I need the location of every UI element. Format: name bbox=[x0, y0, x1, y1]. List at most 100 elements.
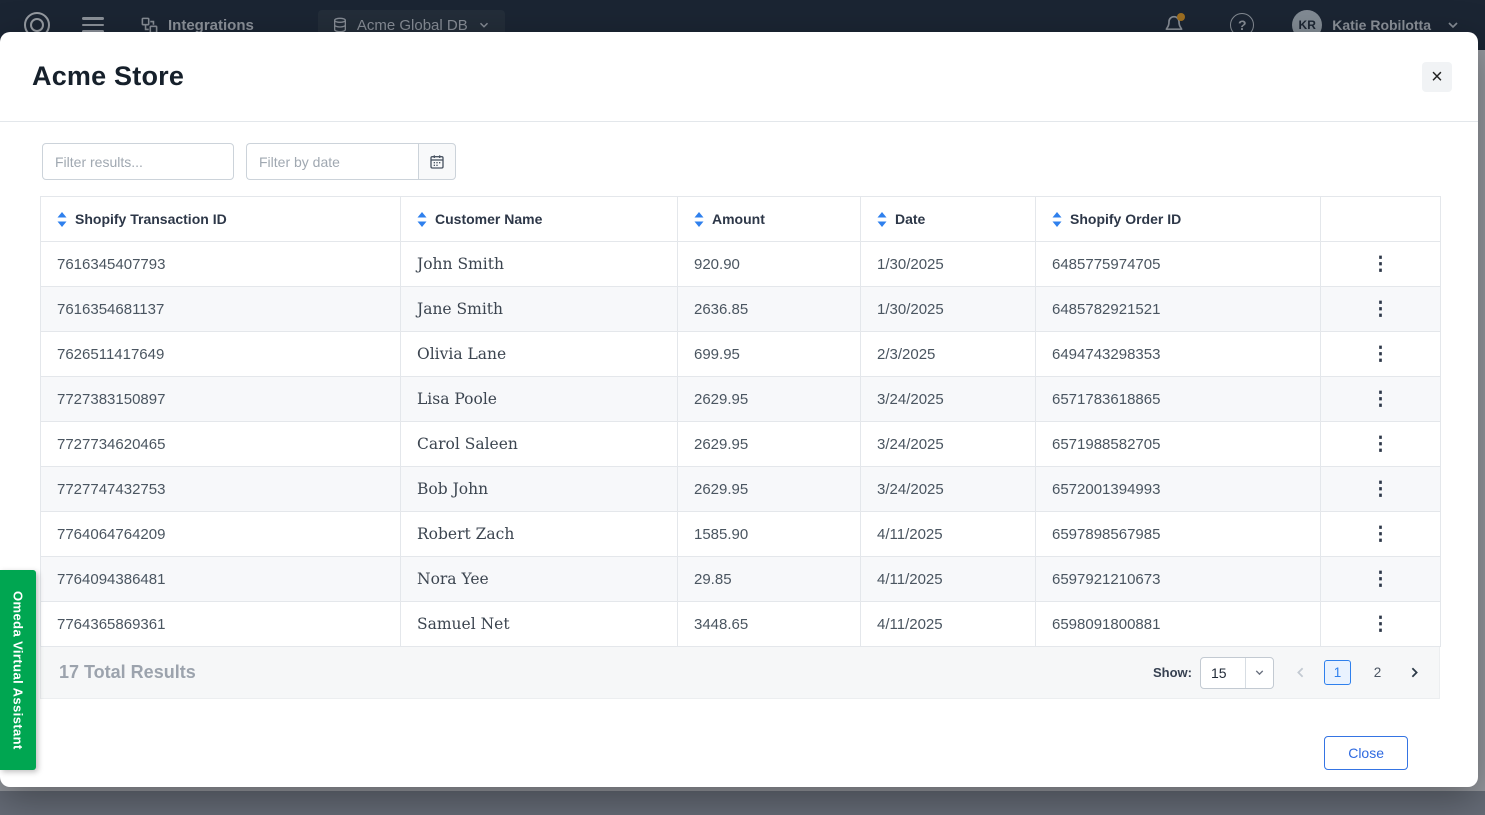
cell-amount: 920.90 bbox=[678, 242, 861, 287]
virtual-assistant-tab[interactable]: Omeda Virtual Assistant bbox=[0, 570, 36, 770]
kebab-icon: ⋮ bbox=[1371, 389, 1390, 410]
table-row: 7764064764209 Robert Zach 1585.90 4/11/2… bbox=[41, 512, 1441, 557]
kebab-icon: ⋮ bbox=[1371, 434, 1390, 455]
row-actions-button[interactable]: ⋮ bbox=[1361, 431, 1400, 458]
table-header-row: Shopify Transaction ID Customer Name Amo… bbox=[41, 197, 1441, 242]
cell-customer-name: Lisa Poole bbox=[401, 377, 678, 422]
cell-customer-name: Olivia Lane bbox=[401, 332, 678, 377]
column-header-customer-name[interactable]: Customer Name bbox=[401, 197, 678, 242]
cell-customer-name: Samuel Net bbox=[401, 602, 678, 647]
table-row: 7626511417649 Olivia Lane 699.95 2/3/202… bbox=[41, 332, 1441, 377]
table-row: 7727734620465 Carol Saleen 2629.95 3/24/… bbox=[41, 422, 1441, 467]
sort-icon bbox=[694, 212, 704, 227]
cell-date: 4/11/2025 bbox=[861, 602, 1036, 647]
chevron-left-icon bbox=[1292, 664, 1309, 681]
cell-date: 4/11/2025 bbox=[861, 512, 1036, 557]
cell-customer-name: John Smith bbox=[401, 242, 678, 287]
cell-customer-name: Jane Smith bbox=[401, 287, 678, 332]
calendar-icon bbox=[429, 154, 445, 170]
date-filter-group bbox=[246, 143, 456, 180]
show-label: Show: bbox=[1153, 665, 1192, 680]
sort-icon bbox=[417, 212, 427, 227]
page-size-value: 15 bbox=[1211, 665, 1227, 681]
cell-amount: 2636.85 bbox=[678, 287, 861, 332]
kebab-icon: ⋮ bbox=[1371, 479, 1390, 500]
filter-date-input[interactable] bbox=[246, 143, 418, 180]
chevron-right-icon bbox=[1406, 664, 1423, 681]
cell-date: 3/24/2025 bbox=[861, 377, 1036, 422]
cell-transaction-id: 7764094386481 bbox=[41, 557, 401, 602]
cell-date: 1/30/2025 bbox=[861, 242, 1036, 287]
sort-icon bbox=[57, 212, 67, 227]
next-page-button[interactable] bbox=[1404, 662, 1425, 683]
cell-order-id: 6571783618865 bbox=[1036, 377, 1321, 422]
row-actions-button[interactable]: ⋮ bbox=[1361, 296, 1400, 323]
cell-date: 4/11/2025 bbox=[861, 557, 1036, 602]
cell-amount: 29.85 bbox=[678, 557, 861, 602]
kebab-icon: ⋮ bbox=[1371, 344, 1390, 365]
filter-results-input[interactable] bbox=[42, 143, 234, 180]
filter-bar bbox=[42, 143, 1440, 180]
row-actions-button[interactable]: ⋮ bbox=[1361, 566, 1400, 593]
kebab-icon: ⋮ bbox=[1371, 569, 1390, 590]
cell-order-id: 6494743298353 bbox=[1036, 332, 1321, 377]
modal-header: Acme Store × bbox=[0, 32, 1478, 122]
page-number-1[interactable]: 1 bbox=[1324, 660, 1351, 685]
table-row: 7616345407793 John Smith 920.90 1/30/202… bbox=[41, 242, 1441, 287]
modal-close-x-button[interactable]: × bbox=[1422, 62, 1452, 92]
page-number-2[interactable]: 2 bbox=[1364, 660, 1391, 685]
calendar-button[interactable] bbox=[418, 143, 456, 180]
cell-date: 3/24/2025 bbox=[861, 422, 1036, 467]
row-actions-button[interactable]: ⋮ bbox=[1361, 521, 1400, 548]
pagination: 1 2 bbox=[1290, 660, 1425, 685]
row-actions-button[interactable]: ⋮ bbox=[1361, 386, 1400, 413]
row-actions-button[interactable]: ⋮ bbox=[1361, 611, 1400, 638]
cell-amount: 699.95 bbox=[678, 332, 861, 377]
column-header-amount[interactable]: Amount bbox=[678, 197, 861, 242]
modal-actions: Close bbox=[40, 699, 1440, 770]
column-header-date[interactable]: Date bbox=[861, 197, 1036, 242]
row-actions-button[interactable]: ⋮ bbox=[1361, 251, 1400, 278]
page-size-select[interactable]: 15 bbox=[1200, 657, 1274, 689]
cell-order-id: 6485775974705 bbox=[1036, 242, 1321, 287]
sort-icon bbox=[1052, 212, 1062, 227]
row-actions-button[interactable]: ⋮ bbox=[1361, 341, 1400, 368]
cell-amount: 2629.95 bbox=[678, 422, 861, 467]
kebab-icon: ⋮ bbox=[1371, 299, 1390, 320]
cell-order-id: 6597898567985 bbox=[1036, 512, 1321, 557]
column-header-transaction-id[interactable]: Shopify Transaction ID bbox=[41, 197, 401, 242]
cell-transaction-id: 7616354681137 bbox=[41, 287, 401, 332]
cell-transaction-id: 7764365869361 bbox=[41, 602, 401, 647]
column-header-actions bbox=[1321, 197, 1441, 242]
cell-amount: 1585.90 bbox=[678, 512, 861, 557]
table-row: 7764094386481 Nora Yee 29.85 4/11/2025 6… bbox=[41, 557, 1441, 602]
table-row: 7727383150897 Lisa Poole 2629.95 3/24/20… bbox=[41, 377, 1441, 422]
kebab-icon: ⋮ bbox=[1371, 254, 1390, 275]
close-icon: × bbox=[1431, 67, 1443, 87]
cell-transaction-id: 7616345407793 bbox=[41, 242, 401, 287]
cell-transaction-id: 7626511417649 bbox=[41, 332, 401, 377]
cell-transaction-id: 7764064764209 bbox=[41, 512, 401, 557]
cell-transaction-id: 7727734620465 bbox=[41, 422, 401, 467]
chevron-down-icon bbox=[1253, 666, 1266, 679]
close-button[interactable]: Close bbox=[1324, 736, 1408, 770]
cell-customer-name: Robert Zach bbox=[401, 512, 678, 557]
cell-customer-name: Bob John bbox=[401, 467, 678, 512]
previous-page-button[interactable] bbox=[1290, 662, 1311, 683]
cell-order-id: 6485782921521 bbox=[1036, 287, 1321, 332]
cell-order-id: 6598091800881 bbox=[1036, 602, 1321, 647]
sort-icon bbox=[877, 212, 887, 227]
total-results-label: 17 Total Results bbox=[59, 662, 196, 683]
row-actions-button[interactable]: ⋮ bbox=[1361, 476, 1400, 503]
cell-amount: 2629.95 bbox=[678, 377, 861, 422]
kebab-icon: ⋮ bbox=[1371, 524, 1390, 545]
table-row: 7727747432753 Bob John 2629.95 3/24/2025… bbox=[41, 467, 1441, 512]
modal-title: Acme Store bbox=[32, 61, 184, 92]
cell-date: 2/3/2025 bbox=[861, 332, 1036, 377]
cell-order-id: 6597921210673 bbox=[1036, 557, 1321, 602]
table-row: 7616354681137 Jane Smith 2636.85 1/30/20… bbox=[41, 287, 1441, 332]
cell-customer-name: Carol Saleen bbox=[401, 422, 678, 467]
kebab-icon: ⋮ bbox=[1371, 614, 1390, 635]
transactions-table: Shopify Transaction ID Customer Name Amo… bbox=[40, 196, 1441, 647]
column-header-order-id[interactable]: Shopify Order ID bbox=[1036, 197, 1321, 242]
